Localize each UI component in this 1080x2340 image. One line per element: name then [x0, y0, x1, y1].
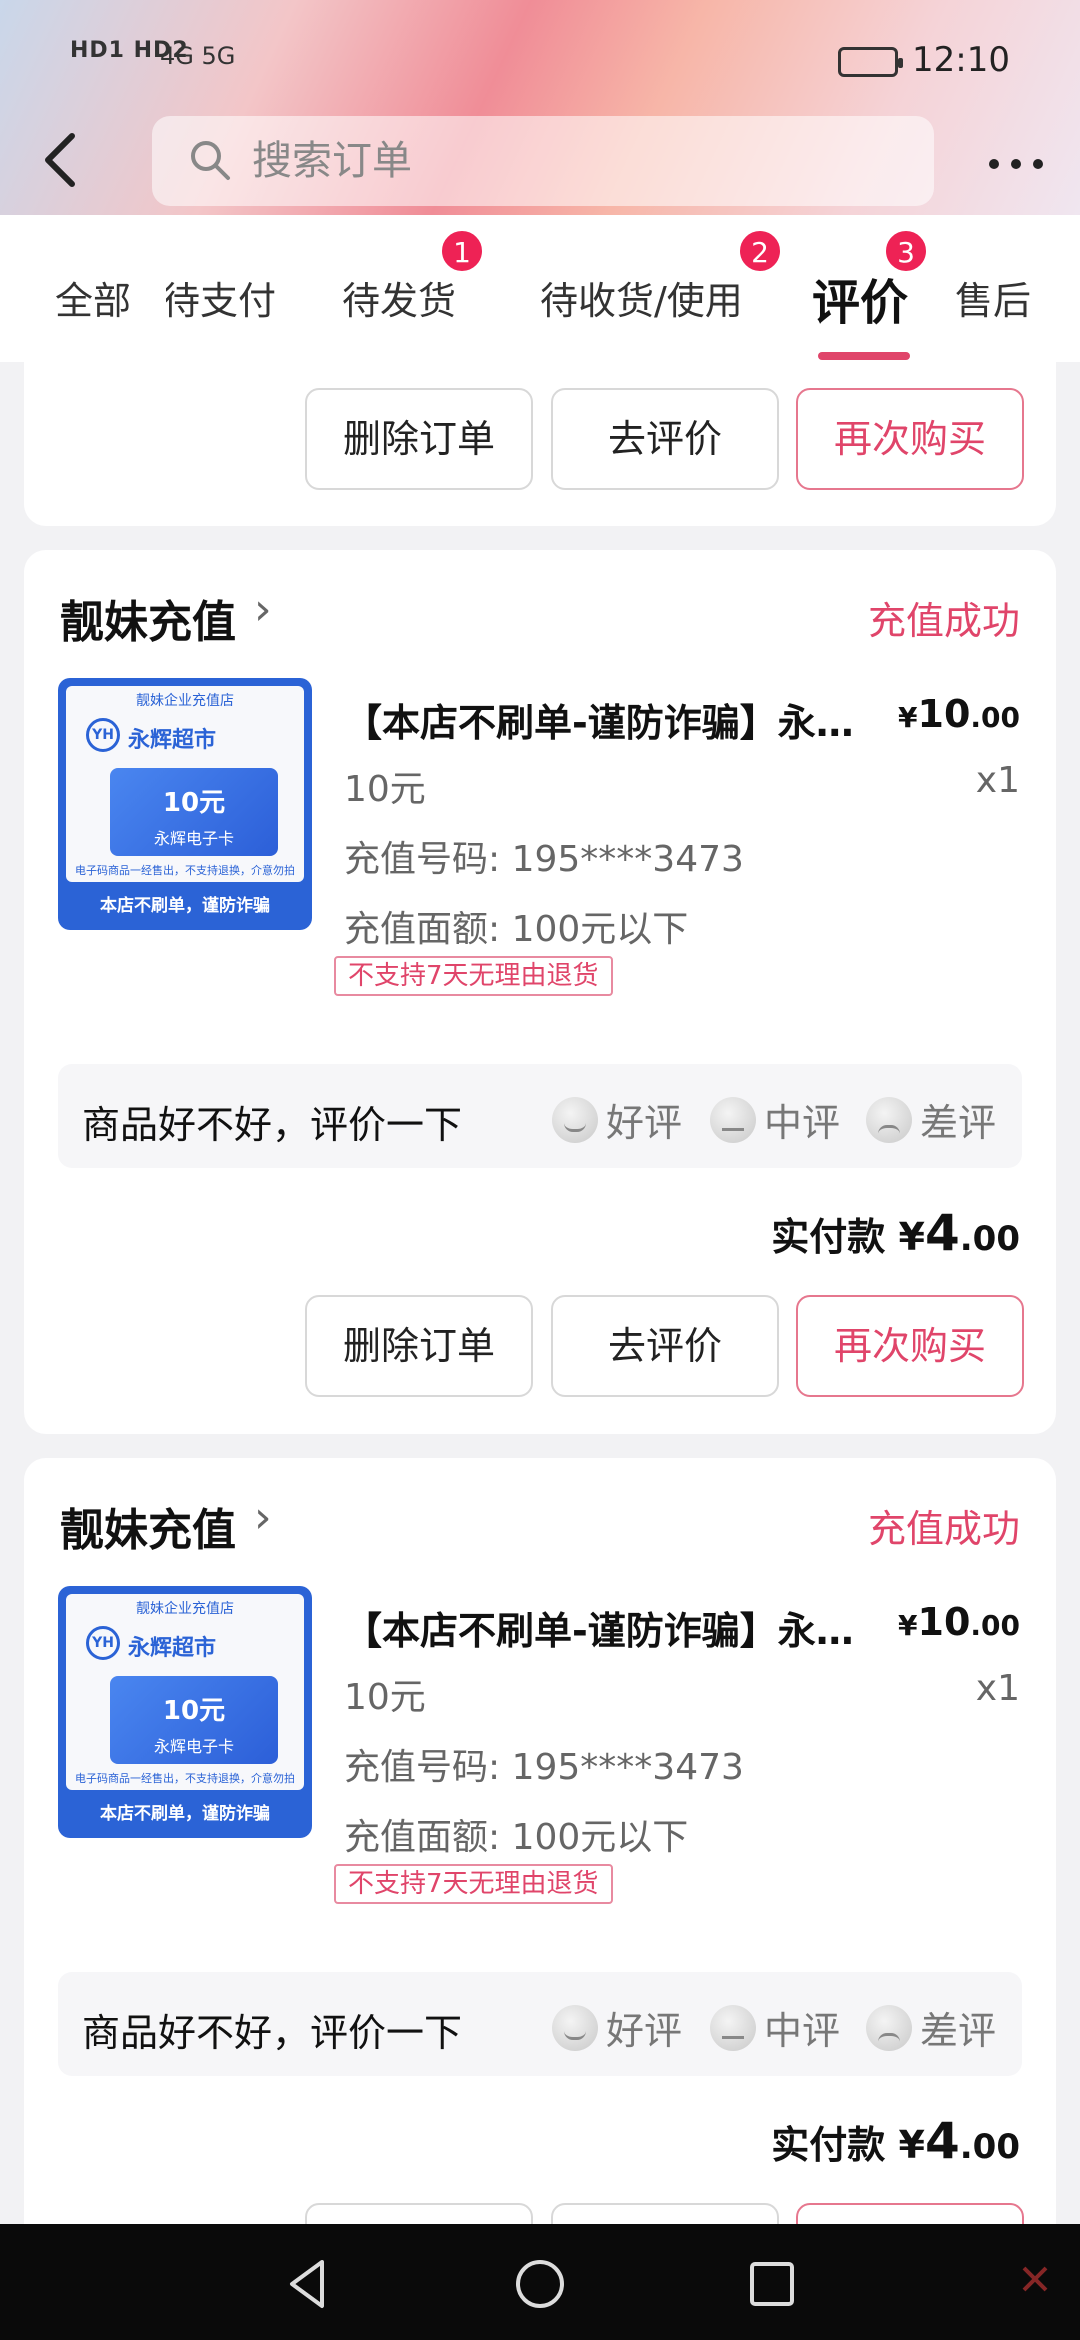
review-prompt: 商品好不好，评价一下	[82, 2011, 463, 2055]
recharge-number: 充值号码: 195****3473	[344, 1747, 744, 1788]
tab-pending-receipt[interactable]: 待收货/使用	[540, 270, 743, 325]
product-spec: 10元	[344, 1677, 426, 1718]
smile-face-icon	[552, 2004, 598, 2051]
chevron-right-icon[interactable]: ›	[254, 1492, 272, 1543]
neutral-face-icon	[710, 2004, 756, 2051]
review-bad-option[interactable]: 差评	[866, 2000, 996, 2055]
gift-card-image: 10元 永辉电子卡	[110, 1676, 278, 1764]
quick-review-bar: 商品好不好，评价一下 好评 中评 差评	[58, 1972, 1022, 2076]
order-card: 靓妹充值 › 充值成功 靓妹企业充值店 YH 永辉超市 10元 永辉电子卡 电子…	[24, 550, 1056, 1434]
product-title[interactable]: 【本店不刷单-谨防诈骗】永辉超市电子卡	[344, 692, 864, 747]
product-price: ¥10.00	[898, 1600, 1020, 1644]
status-bar: HD1 HD2 4G 5G 12:10	[0, 0, 1080, 120]
store-name[interactable]: 靓妹充值	[60, 586, 236, 650]
delete-order-button[interactable]: 删除订单	[305, 388, 533, 490]
recharge-number: 充值号码: 195****3473	[344, 839, 744, 880]
tab-badge-review: 3	[884, 229, 928, 273]
search-input[interactable]	[252, 136, 852, 186]
order-card: 靓妹充值 › 充值成功 靓妹企业充值店 YH 永辉超市 10元 永辉电子卡 电子…	[24, 1458, 1056, 2305]
chevron-right-icon[interactable]: ›	[254, 584, 272, 635]
tab-pending-shipment[interactable]: 待发货	[342, 270, 456, 325]
tab-all[interactable]: 全部	[55, 270, 131, 325]
product-price: ¥10.00	[898, 692, 1020, 736]
more-options-button[interactable]	[986, 140, 1046, 180]
tab-badge-shipment: 1	[440, 229, 484, 273]
header: HD1 HD2 4G 5G 12:10	[0, 0, 1080, 215]
recharge-amount: 充值面额: 100元以下	[344, 1817, 689, 1858]
back-button[interactable]	[40, 130, 90, 190]
review-neutral-option[interactable]: 中评	[710, 2000, 840, 2055]
order-status: 充值成功	[867, 1507, 1020, 1551]
more-dots-icon	[989, 159, 1043, 169]
quick-review-bar: 商品好不好，评价一下 好评 中评 差评	[58, 1064, 1022, 1168]
rebuy-button[interactable]: 再次购买	[796, 388, 1024, 490]
review-prompt: 商品好不好，评价一下	[82, 1103, 463, 1147]
brand-logo-icon: YH	[86, 718, 120, 752]
tab-badge-receipt: 2	[738, 229, 782, 273]
search-icon	[191, 141, 230, 180]
gift-card-image: 10元 永辉电子卡	[110, 768, 278, 856]
status-right: 12:10	[838, 40, 1010, 80]
system-navigation-bar	[0, 2224, 1080, 2340]
sad-face-icon	[866, 2004, 912, 2051]
neutral-face-icon	[710, 1096, 756, 1143]
paid-amount: 实付款 ¥4.00	[771, 1204, 1020, 1262]
network-indicator: 4G 5G	[160, 42, 236, 70]
review-button[interactable]: 去评价	[551, 388, 779, 490]
product-thumbnail[interactable]: 靓妹企业充值店 YH 永辉超市 10元 永辉电子卡 电子码商品一经售出，不支持退…	[58, 1586, 312, 1838]
back-arrow-icon	[45, 133, 75, 187]
nav-home-icon[interactable]	[510, 2254, 570, 2314]
review-good-option[interactable]: 好评	[552, 1092, 682, 1147]
order-tabs: 全部 待支付 待发货 1 待收货/使用 2 评价 3 售后	[0, 215, 1080, 362]
sad-face-icon	[866, 1096, 912, 1143]
product-thumbnail[interactable]: 靓妹企业充值店 YH 永辉超市 10元 永辉电子卡 电子码商品一经售出，不支持退…	[58, 678, 312, 930]
brand-logo-icon: YH	[86, 1626, 120, 1660]
order-card-partial: 删除订单 去评价 再次购买	[24, 362, 1056, 526]
search-box[interactable]	[152, 116, 934, 206]
tab-after-sales[interactable]: 售后	[955, 270, 1031, 325]
smile-face-icon	[552, 1096, 598, 1143]
product-quantity: x1	[975, 1668, 1020, 1709]
product-quantity: x1	[975, 760, 1020, 801]
review-button[interactable]: 去评价	[551, 1295, 779, 1397]
product-title[interactable]: 【本店不刷单-谨防诈骗】永辉超市电子卡	[344, 1600, 864, 1655]
rebuy-button[interactable]: 再次购买	[796, 1295, 1024, 1397]
clock: 12:10	[912, 40, 1010, 80]
recharge-amount: 充值面额: 100元以下	[344, 909, 689, 950]
nav-recents-icon[interactable]	[742, 2254, 802, 2314]
no-return-tag: 不支持7天无理由退货	[334, 956, 613, 996]
tab-pending-payment[interactable]: 待支付	[166, 270, 276, 325]
store-name[interactable]: 靓妹充值	[60, 1494, 236, 1558]
paid-amount: 实付款 ¥4.00	[771, 2112, 1020, 2170]
battery-icon	[838, 46, 904, 77]
tab-review[interactable]: 评价	[812, 263, 908, 333]
review-good-option[interactable]: 好评	[552, 2000, 682, 2055]
delete-order-button[interactable]: 删除订单	[305, 1295, 533, 1397]
active-tab-indicator	[818, 352, 910, 360]
nav-back-icon[interactable]	[278, 2254, 338, 2314]
no-return-tag: 不支持7天无理由退货	[334, 1864, 613, 1904]
review-neutral-option[interactable]: 中评	[710, 1092, 840, 1147]
review-bad-option[interactable]: 差评	[866, 1092, 996, 1147]
product-spec: 10元	[344, 769, 426, 810]
watermark-logo-icon	[1022, 2266, 1048, 2292]
order-status: 充值成功	[867, 599, 1020, 643]
